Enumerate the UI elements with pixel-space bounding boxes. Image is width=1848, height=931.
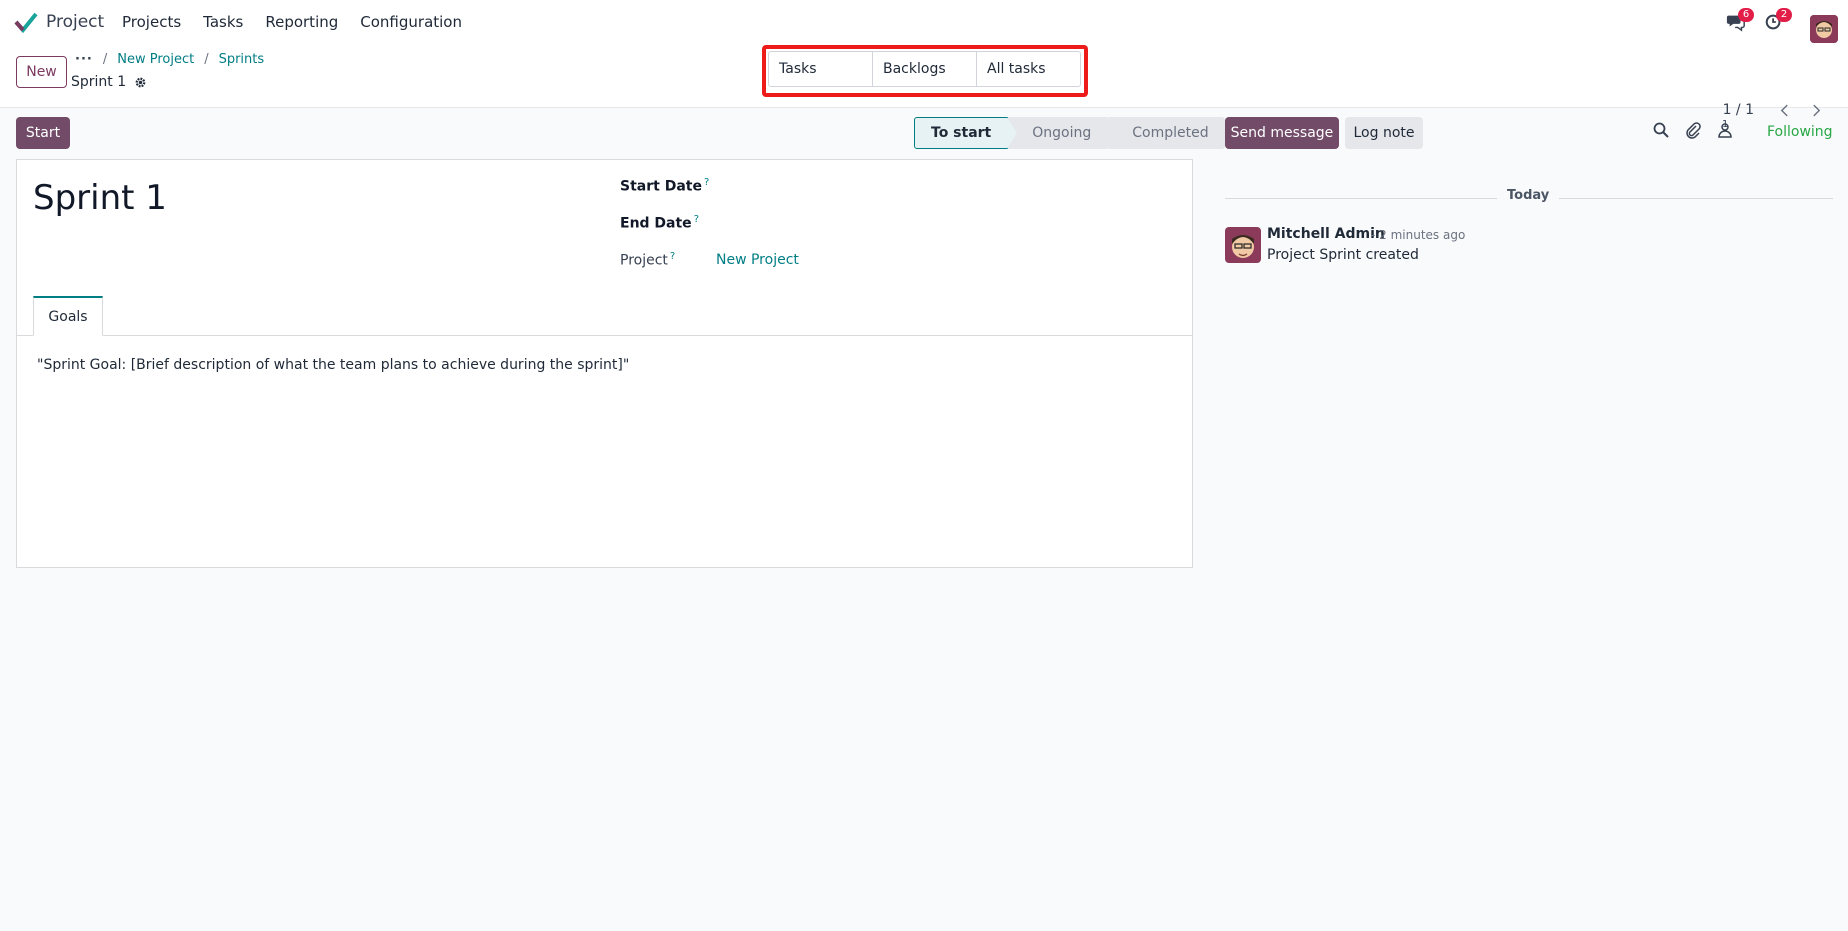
following-button[interactable]: Following	[1767, 124, 1833, 140]
activities-count-badge: 2	[1776, 8, 1792, 22]
pager-next-button[interactable]	[1804, 100, 1828, 120]
help-icon[interactable]: ?	[670, 251, 675, 262]
log-note-button[interactable]: Log note	[1345, 117, 1423, 149]
current-record: Sprint 1	[71, 74, 147, 90]
top-navbar: Project Projects Tasks Reporting Configu…	[0, 0, 1848, 44]
tab-divider	[17, 335, 1192, 336]
message-author-avatar[interactable]	[1225, 227, 1261, 263]
breadcrumb-separator: /	[102, 52, 108, 67]
record-name: Sprint 1	[71, 74, 127, 90]
project-label-text: Project	[620, 252, 668, 269]
start-date-label-text: Start Date	[620, 178, 702, 195]
goal-text-field[interactable]: "Sprint Goal: [Brief description of what…	[37, 357, 629, 373]
tab-goals[interactable]: Goals	[33, 296, 103, 336]
author-avatar-icon	[1225, 227, 1261, 263]
project-field-value[interactable]: New Project	[716, 252, 799, 268]
end-date-label-text: End Date	[620, 215, 692, 232]
start-date-label: Start Date?	[620, 177, 709, 195]
project-label: Project?	[620, 251, 675, 269]
end-date-label: End Date?	[620, 214, 699, 232]
breadcrumb: ··· / New Project / Sprints	[75, 52, 264, 67]
pager-value[interactable]: 1 / 1	[1723, 102, 1754, 118]
app-name: Project	[46, 12, 105, 32]
stage-statusbar: To start Ongoing Completed	[914, 117, 1225, 149]
message-timestamp: - 2 minutes ago	[1371, 228, 1466, 242]
date-separator: Today	[1497, 188, 1560, 203]
form-sheet: Sprint 1 Start Date? End Date? Project? …	[16, 159, 1193, 568]
main-menu: Projects Tasks Reporting Configuration	[122, 13, 462, 31]
stage-label: To start	[931, 125, 992, 141]
stage-label: Ongoing	[1032, 125, 1092, 141]
new-button[interactable]: New	[16, 56, 67, 88]
paperclip-icon[interactable]	[1684, 121, 1702, 139]
stage-completed[interactable]: Completed	[1107, 117, 1225, 149]
chevron-left-icon	[1780, 104, 1788, 116]
help-icon[interactable]: ?	[704, 177, 709, 188]
help-icon[interactable]: ?	[694, 214, 699, 225]
stage-ongoing[interactable]: Ongoing	[1008, 117, 1118, 149]
pager-previous-button[interactable]	[1772, 100, 1796, 120]
followers-count: 1	[1722, 118, 1729, 130]
menu-item-tasks[interactable]: Tasks	[203, 13, 243, 31]
messages-count-badge: 6	[1738, 8, 1754, 22]
stage-to-start[interactable]: To start	[914, 117, 1018, 149]
breadcrumb-more-icon[interactable]: ···	[75, 52, 93, 67]
highlight-box	[762, 45, 1088, 97]
menu-item-projects[interactable]: Projects	[122, 13, 181, 31]
stage-label: Completed	[1132, 125, 1209, 141]
breadcrumb-separator: /	[204, 52, 209, 67]
sprint-name-field[interactable]: Sprint 1	[33, 178, 167, 218]
gear-icon[interactable]	[134, 76, 147, 89]
menu-item-configuration[interactable]: Configuration	[360, 13, 462, 31]
chatter-tools: 1	[1652, 118, 1740, 139]
followers-button[interactable]: 1	[1716, 118, 1740, 139]
user-avatar-icon	[1810, 15, 1838, 43]
user-avatar[interactable]	[1810, 15, 1838, 43]
message-author[interactable]: Mitchell Admin	[1267, 226, 1385, 242]
stage-arrow	[1107, 117, 1118, 149]
menu-item-reporting[interactable]: Reporting	[265, 13, 338, 31]
messages-button[interactable]: 6	[1726, 8, 1754, 34]
activities-button[interactable]: 2	[1764, 8, 1792, 34]
search-icon[interactable]	[1652, 121, 1670, 139]
message-body: Project Sprint created	[1267, 247, 1419, 263]
app-brand[interactable]: Project	[14, 10, 104, 34]
breadcrumb-new-project[interactable]: New Project	[117, 52, 194, 67]
stage-arrow	[1007, 117, 1018, 149]
start-button[interactable]: Start	[16, 117, 70, 149]
chevron-right-icon	[1812, 104, 1820, 116]
breadcrumb-sprints[interactable]: Sprints	[219, 52, 265, 67]
pager: 1 / 1	[1723, 100, 1828, 120]
project-app-icon	[14, 12, 38, 34]
send-message-button[interactable]: Send message	[1225, 117, 1339, 149]
